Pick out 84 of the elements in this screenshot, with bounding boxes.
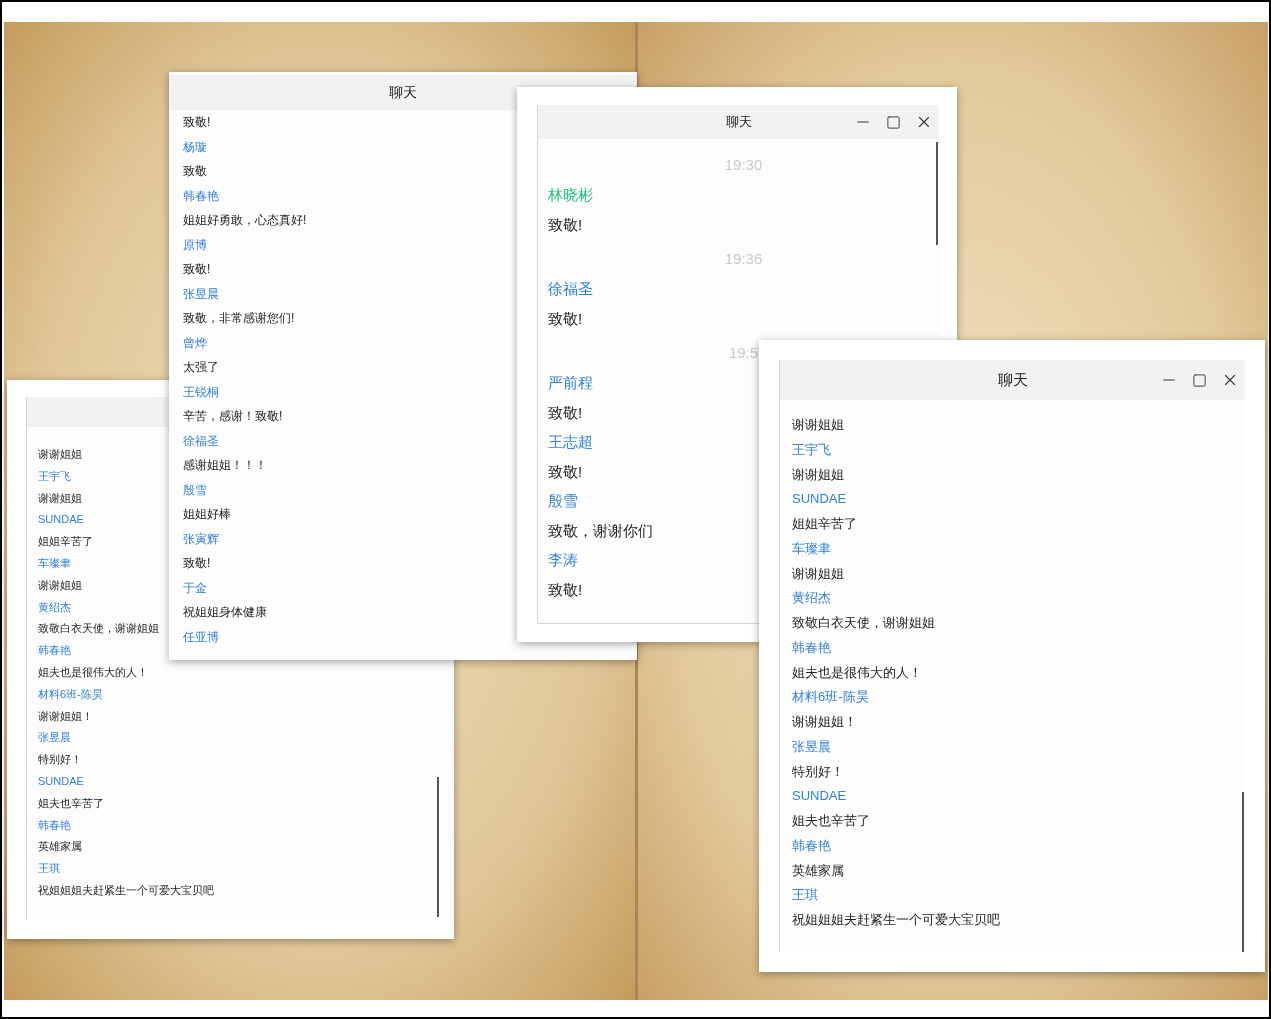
sender-name: 张昱晨 xyxy=(38,731,71,744)
message-text: 姐姐好勇敢，心态真好! xyxy=(183,213,307,227)
message-text: 姐夫也辛苦了 xyxy=(792,813,870,828)
sender-name: 杨璇 xyxy=(183,139,207,154)
message-text: 谢谢姐姐 xyxy=(792,466,844,482)
message-text: 谢谢姐姐！ xyxy=(38,709,93,722)
window-title: 聊天 xyxy=(997,369,1028,390)
maximize-icon[interactable] xyxy=(886,114,901,130)
sender-name: 黄绍杰 xyxy=(792,590,831,606)
message-text: 谢谢姐姐 xyxy=(792,417,844,432)
message-text: 谢谢姐姐！ xyxy=(792,714,857,729)
message-text: 姐姐好棒 xyxy=(183,507,231,521)
window-title: 聊天 xyxy=(725,113,752,132)
message-text: 谢谢姐姐 xyxy=(792,565,844,581)
sender-name: 韩春艳 xyxy=(38,644,71,657)
sender-name: 王锐桐 xyxy=(183,384,219,399)
message-text: 致敬 xyxy=(183,164,207,178)
message-text: 致敬! xyxy=(548,309,583,327)
message-text: 致敬! xyxy=(183,556,211,570)
message-text: 致敬! xyxy=(183,262,211,276)
scrollbar[interactable] xyxy=(1242,792,1244,952)
sender-name: 韩春艳 xyxy=(792,837,831,853)
scrollbar[interactable] xyxy=(936,142,938,245)
sender-name: SUNDAE xyxy=(792,491,847,507)
sender-name: 韩春艳 xyxy=(183,188,219,203)
sender-name: 材料6班-陈昊 xyxy=(792,689,869,705)
window-title: 聊天 xyxy=(389,83,417,102)
maximize-icon[interactable] xyxy=(1192,372,1207,388)
sender-name: 张昱晨 xyxy=(183,286,219,301)
message-text: 太强了 xyxy=(183,360,219,374)
sender-name: 任亚博 xyxy=(183,629,219,644)
message-text: 英雄家属 xyxy=(792,862,844,878)
sender-name: 王琪 xyxy=(38,862,60,875)
message-text: 姐夫也辛苦了 xyxy=(38,796,104,809)
message-text: 致敬，谢谢你们 xyxy=(548,521,653,539)
message-text: 特别好！ xyxy=(792,763,844,779)
sender-name: 于金 xyxy=(183,580,207,595)
sender-name: SUNDAE xyxy=(38,513,84,526)
message-text: 致敬! xyxy=(548,580,583,598)
sender-name: 车璨聿 xyxy=(38,557,71,569)
message-text: 姐姐辛苦了 xyxy=(38,535,93,548)
message-text: 致敬! xyxy=(548,215,583,233)
sender-name: 殷雪 xyxy=(183,482,207,497)
sender-name: 曾烨 xyxy=(183,335,207,350)
sender-name: 林晓彬 xyxy=(548,186,593,203)
message-text: 致敬! xyxy=(183,115,211,129)
message-text: 姐夫也是很伟大的人！ xyxy=(38,665,148,678)
message-text: 致敬，非常感谢您们! xyxy=(183,311,295,325)
scrollbar[interactable] xyxy=(437,777,439,917)
sender-name: SUNDAE xyxy=(38,774,84,787)
message-text: 祝姐姐身体健康 xyxy=(183,605,267,619)
sender-name: 徐福圣 xyxy=(548,280,593,297)
sender-name: 张寅辉 xyxy=(183,531,219,546)
message-text: 辛苦，感谢！致敬! xyxy=(183,409,283,423)
sender-name: 殷雪 xyxy=(548,492,578,509)
sender-name: SUNDAE xyxy=(792,788,847,804)
sender-name: 韩春艳 xyxy=(792,639,831,655)
message-text: 致敬白衣天使，谢谢姐姐 xyxy=(38,622,159,635)
sender-name: 车璨聿 xyxy=(792,540,831,556)
message-text: 谢谢姐姐 xyxy=(38,578,82,591)
message-text: 英雄家属 xyxy=(38,840,82,853)
sender-name: 材料6班-陈昊 xyxy=(38,687,103,700)
message-text: 姐姐辛苦了 xyxy=(792,516,857,531)
sender-name: 原博 xyxy=(183,237,207,252)
sender-name: 王志超 xyxy=(548,433,593,450)
message-text: 致敬白衣天使，谢谢姐姐 xyxy=(792,615,935,630)
sender-name: 黄绍杰 xyxy=(38,600,71,613)
message-text: 姐夫也是很伟大的人！ xyxy=(792,664,922,680)
message-text: 特别好！ xyxy=(38,753,82,766)
sender-name: 王琪 xyxy=(792,887,818,903)
sender-name: 王宇飞 xyxy=(38,469,71,482)
message-text: 感谢姐姐！！！ xyxy=(183,458,267,472)
sender-name: 韩春艳 xyxy=(38,818,71,831)
message-text: 谢谢姐姐 xyxy=(38,491,82,504)
sender-name: 徐福圣 xyxy=(183,433,219,448)
sender-name: 严前程 xyxy=(548,374,593,391)
sender-name: 王宇飞 xyxy=(792,441,831,457)
sender-name: 张昱晨 xyxy=(792,738,831,754)
message-text: 致敬! xyxy=(548,403,583,421)
message-text: 致敬! xyxy=(548,462,583,480)
message-text: 谢谢姐姐 xyxy=(38,448,82,460)
message-text: 祝姐姐姐夫赶紧生一个可爱大宝贝吧 xyxy=(792,912,1000,927)
message-text: 祝姐姐姐夫赶紧生一个可爱大宝贝吧 xyxy=(38,883,214,896)
sender-name: 李涛 xyxy=(548,551,578,568)
